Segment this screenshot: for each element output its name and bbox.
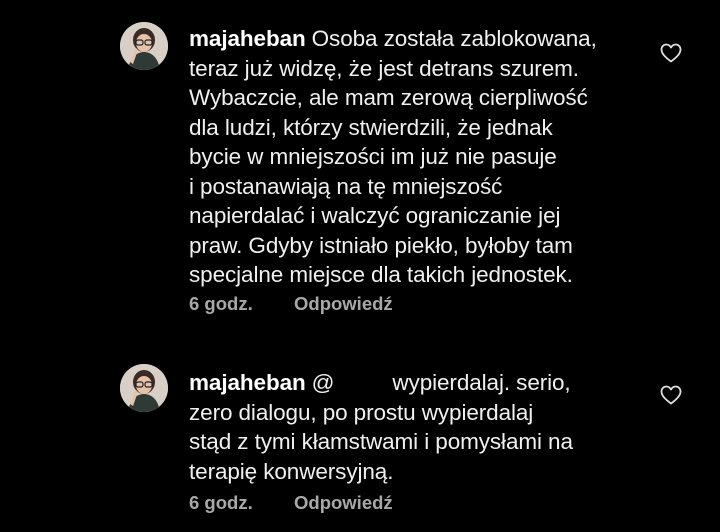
comment-line: bycie w mniejszości im już nie pasuje bbox=[189, 144, 557, 169]
comment-line: Osoba została zablokowana, bbox=[311, 26, 597, 51]
heart-outline-icon[interactable] bbox=[659, 383, 683, 407]
comment-meta: 6 godz. Odpowiedź bbox=[189, 293, 393, 315]
comment-time: 6 godz. bbox=[189, 492, 253, 513]
comment-text: majaheban @ wypierdalaj. serio, zero dialo… bbox=[189, 368, 649, 486]
heart-outline-icon[interactable] bbox=[659, 41, 683, 65]
comment-line: stąd z tymi kłamstwami i pomysłami na bbox=[189, 429, 573, 454]
comment-meta: 6 godz. Odpowiedź bbox=[189, 492, 393, 514]
avatar[interactable] bbox=[120, 22, 168, 70]
username[interactable]: majaheban bbox=[189, 26, 306, 51]
comment-line: terapię konwersyjną. bbox=[189, 458, 394, 484]
reply-button[interactable]: Odpowiedź bbox=[294, 492, 393, 513]
comment-line: i postanawiają na tę mniejszość bbox=[189, 173, 503, 199]
mention[interactable]: @ bbox=[312, 370, 335, 395]
username[interactable]: majaheban bbox=[189, 370, 306, 395]
comment-text: majaheban Osoba została zablokowana, tera… bbox=[189, 24, 649, 290]
comment-line: dla ludzi, którzy stwierdzili, że jednak bbox=[189, 114, 553, 140]
redacted-mention bbox=[334, 372, 393, 394]
comment-time: 6 godz. bbox=[189, 293, 253, 314]
comment-line: zero dialogu, po prostu wypierdalaj bbox=[189, 399, 534, 425]
reply-button[interactable]: Odpowiedź bbox=[294, 293, 393, 314]
comment-line: praw. Gdyby istniało piekło, byłoby tam bbox=[189, 232, 573, 258]
comment-line: specjalne miejsce dla takich jednostek. bbox=[189, 262, 573, 287]
comment-line: Wybaczcie, ale mam zerową cierpliwość bbox=[189, 85, 588, 110]
comment-line: wypierdalaj. serio, bbox=[392, 370, 571, 395]
avatar[interactable] bbox=[120, 364, 168, 412]
comment-line: napierdalać i walczyć ograniczanie jej bbox=[189, 203, 561, 228]
comment-line: teraz już widzę, że jest detrans szurem. bbox=[189, 55, 579, 81]
